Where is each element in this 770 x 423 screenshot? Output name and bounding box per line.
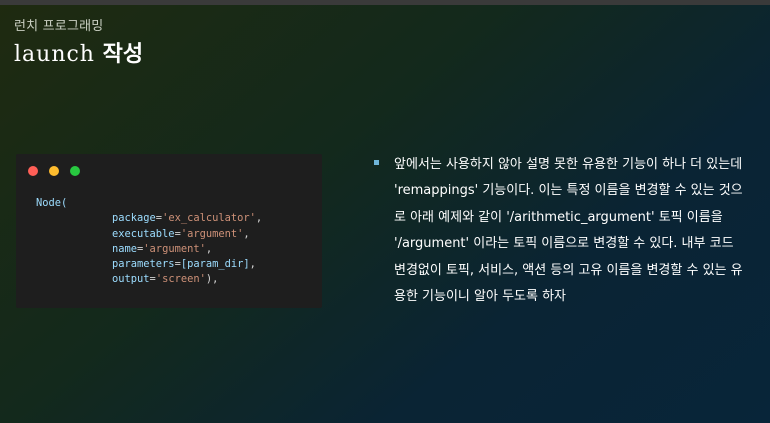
code-arg-key: package <box>112 212 156 225</box>
code-arg-key: parameters <box>112 258 175 271</box>
slide-title-korean: 작성 <box>102 42 144 67</box>
code-arg-value: [param_dir] <box>180 258 250 271</box>
square-bullet-icon <box>374 160 379 165</box>
close-dot-icon <box>28 166 38 176</box>
code-call: Node( <box>36 197 68 209</box>
code-line: name='argument', <box>112 242 213 255</box>
code-window: Node( package='ex_calculator', executabl… <box>16 154 322 308</box>
code-arg-key: name <box>112 242 138 255</box>
code-line: parameters=[param_dir], <box>112 258 256 271</box>
code-arg-key: executable <box>112 227 175 240</box>
code-arg-value: 'screen' <box>155 273 206 286</box>
code-closing: ), <box>205 273 219 286</box>
code-line: executable='argument', <box>112 227 250 240</box>
bullet-text: 앞에서는 사용하지 않아 설명 못한 유용한 기능이 하나 더 있는데 'rem… <box>394 157 743 305</box>
slide-title: launch 작성 <box>14 36 143 68</box>
minimize-dot-icon <box>49 166 60 176</box>
code-block: Node( package='ex_calculator', executabl… <box>36 196 262 288</box>
slide-subtitle: 런치 프로그래밍 <box>14 19 104 34</box>
slide-title-latin: launch <box>14 42 95 67</box>
top-strip <box>0 0 770 5</box>
code-line: output='screen'), <box>112 273 219 286</box>
code-line: package='ex_calculator', <box>112 212 263 225</box>
window-controls <box>28 166 86 176</box>
maximize-dot-icon <box>70 166 81 176</box>
bullet-item: 앞에서는 사용하지 않아 설명 못한 유용한 기능이 하나 더 있는데 'rem… <box>374 152 744 310</box>
code-arg-value: 'ex_calculator' <box>162 212 256 225</box>
code-arg-value: 'argument' <box>143 242 206 255</box>
code-arg-key: output <box>112 273 150 286</box>
code-arg-value: 'argument' <box>180 227 244 240</box>
